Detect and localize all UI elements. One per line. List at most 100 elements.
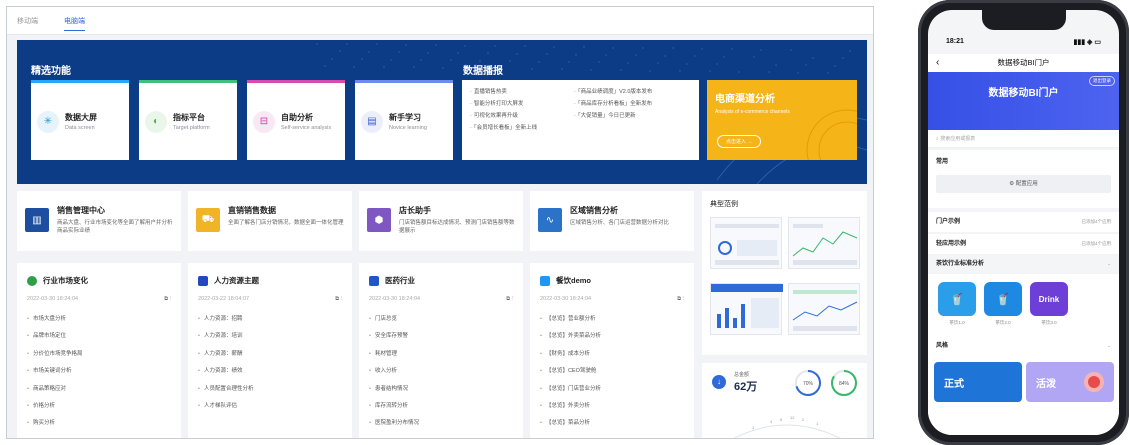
list-item[interactable]: 人才梯队评估 xyxy=(198,398,342,415)
list-item[interactable]: 人力资源：绩效 xyxy=(198,363,342,380)
cart-icon: ⛟ xyxy=(196,208,220,232)
decor-dot xyxy=(509,60,511,62)
list-title[interactable]: 行业市场变化 xyxy=(43,275,88,286)
feature-target-platform[interactable]: ◐ 指标平台 Target platform xyxy=(139,80,237,160)
list-item[interactable]: 价格分析 xyxy=(27,398,171,415)
signal-icon: ▮▮▮ ◈ ▭ xyxy=(1073,39,1101,46)
news-item[interactable]: 「商品业绩调度」V2.0版本发布 xyxy=(574,86,653,98)
dashboard-thumbnail[interactable] xyxy=(788,283,860,335)
list-item[interactable]: 【财务】成本分析 xyxy=(540,346,684,363)
list-item[interactable]: 人力资源：培训 xyxy=(198,328,342,345)
more-icon[interactable]: ⧉ ⋮ xyxy=(677,296,684,303)
app-card-store-manager[interactable]: ⬢ 店长助手 门店销售额目标达成情况、预测门店销售额等数据展示 xyxy=(359,191,523,251)
list-card-hr: 人力资源主题 2022-03-22 18:04:07 ⧉ ⋮ 人力资源：招聘 人力… xyxy=(188,263,352,438)
list-item[interactable]: 【总览】营业额分析 xyxy=(540,311,684,328)
decor-dot xyxy=(760,49,762,51)
stat-label: 总金额 xyxy=(734,372,750,378)
style-section-header[interactable]: 风格 ⌄ xyxy=(928,336,1119,356)
news-item[interactable]: 直播销售热卖 xyxy=(470,86,537,98)
list-item[interactable]: 收入分析 xyxy=(369,363,513,380)
dashboard-thumbnail[interactable] xyxy=(710,217,782,269)
config-apps-button[interactable]: ⚙ 配置应用 xyxy=(936,175,1111,193)
more-icon[interactable]: ⧉ ⋮ xyxy=(506,296,513,303)
list-item[interactable]: 安全库存预警 xyxy=(369,328,513,345)
decor-dot xyxy=(524,45,526,47)
decor-dot xyxy=(531,68,533,70)
tea-app-3-icon[interactable]: Drink xyxy=(1030,282,1068,316)
list-item[interactable]: 商品策略应对 xyxy=(27,381,171,398)
dashboard-thumbnail[interactable] xyxy=(788,217,860,269)
decor-dot xyxy=(627,62,629,64)
list-item[interactable]: 购买分析 xyxy=(27,415,171,432)
list-title[interactable]: 人力资源主题 xyxy=(214,275,259,286)
tea-app-2-icon[interactable]: 🥤 xyxy=(984,282,1022,316)
list-item[interactable]: 市场关键词分析 xyxy=(27,363,171,380)
tea-apps: 🥤 茶饮1.0 🥤 茶饮2.0 Drink 茶饮3.0 xyxy=(928,274,1119,340)
decor-dot xyxy=(790,49,792,51)
feature-novice[interactable]: ▤ 新手学习 Novice learning xyxy=(355,80,453,160)
tea-app-label: 茶饮1.0 xyxy=(949,320,965,325)
decor-dot xyxy=(805,64,807,66)
decor-dot xyxy=(487,52,489,54)
app-card-direct-sales[interactable]: ⛟ 直销销售数据 全面了解各门店分销情况，数据全面一体化管理 xyxy=(188,191,352,251)
nav-title: 数据移动BI门户 xyxy=(997,58,1050,67)
more-icon[interactable]: ⧉ ⋮ xyxy=(335,296,342,303)
list-item[interactable]: 患者结构情况 xyxy=(369,381,513,398)
list-item[interactable]: 市场大盘分析 xyxy=(27,311,171,328)
news-item[interactable]: 「商品库存分析看板」全新发布 xyxy=(574,98,652,110)
list-item[interactable]: 医院盈利分布情况 xyxy=(369,415,513,432)
list-item[interactable]: 【总览】外卖菜品分析 xyxy=(540,328,684,345)
enter-button[interactable]: 点击进入 → xyxy=(717,135,762,148)
list-title[interactable]: 医药行业 xyxy=(385,275,415,286)
tab-mobile[interactable]: 移动端 xyxy=(17,14,38,28)
app-card-sales[interactable]: ▥ 销售管理中心 商品大盘、行业市场变化等全面了解用户并分析商品实际业绩 xyxy=(17,191,181,251)
feature-data-screen[interactable]: ✳ 数据大屏 Data screen xyxy=(31,80,129,160)
news-item[interactable]: 「会员增长看板」全新上线 xyxy=(470,122,537,134)
list-item[interactable]: 【总览】外卖分析 xyxy=(540,398,684,415)
dashboard-thumbnail[interactable] xyxy=(710,283,783,335)
logout-button[interactable]: 退出登录 xyxy=(1089,76,1115,86)
section-title: 风格 xyxy=(936,343,949,349)
ecommerce-analysis-card[interactable]: 电商渠道分析 Analysis of e-commerce channels 点… xyxy=(707,80,857,160)
list-item[interactable]: 人力资源：薪酬 xyxy=(198,346,342,363)
decor-dot xyxy=(546,53,548,55)
list-date: 2022-03-30 18:24:04 xyxy=(540,296,592,302)
list-title[interactable]: 餐饮demo xyxy=(556,275,591,286)
list-item[interactable]: 耗材管理 xyxy=(369,346,513,363)
list-item[interactable]: 【总览】CEO驾驶舱 xyxy=(540,363,684,380)
feature-subtitle: Self-service analysis xyxy=(281,124,332,131)
search-input[interactable]: ⌕ 搜索应用或报表 xyxy=(928,130,1119,148)
tea-app-1-icon[interactable]: 🥤 xyxy=(938,282,976,316)
dashboard-examples: 典型范例 xyxy=(702,191,867,355)
list-item[interactable]: 品牌市场定位 xyxy=(27,328,171,345)
style-lively[interactable]: 活泼 xyxy=(1026,362,1114,402)
app-desc: 门店销售额目标达成情况、预测门店销售额等数据展示 xyxy=(399,220,515,234)
tea-section-header[interactable]: 茶饮行业标准分析 ⌄ xyxy=(928,254,1119,274)
list-item[interactable]: 人员配置合理性分析 xyxy=(198,381,342,398)
style-formal[interactable]: 正式 xyxy=(934,362,1022,402)
decor-dot xyxy=(642,47,644,49)
list-item[interactable]: 分价位市场竞争格局 xyxy=(27,346,171,363)
list-item[interactable]: 库存流转分析 xyxy=(369,398,513,415)
list-item[interactable]: 门店总览 xyxy=(369,311,513,328)
row-title: 轻应用示例 xyxy=(936,241,967,247)
search-placeholder: 搜索应用或报表 xyxy=(940,136,976,142)
decor-dot xyxy=(849,50,851,52)
list-item[interactable]: 人力资源：招聘 xyxy=(198,311,342,328)
light-app-row[interactable]: 轻应用示例 已添加4个应用 xyxy=(928,234,1119,254)
tab-desktop[interactable]: 电脑端 xyxy=(64,14,85,31)
more-icon[interactable]: ⧉ ⋮ xyxy=(164,296,171,303)
app-card-regional[interactable]: ∿ 区域销售分析 区域销售分析、各门店运营数据分析对比 xyxy=(530,191,694,251)
nav-bar: ‹ 数据移动BI门户 xyxy=(928,54,1119,72)
list-item[interactable]: 【总览】门店营业分析 xyxy=(540,381,684,398)
news-item[interactable]: 「大促销量」今日已更新 xyxy=(574,110,652,122)
decor-dot xyxy=(709,70,711,72)
news-item[interactable]: 智能分析打印大屏发 xyxy=(470,98,537,110)
back-icon[interactable]: ‹ xyxy=(936,54,939,72)
ring-2-value: 84% xyxy=(839,381,850,387)
list-item[interactable]: 【总览】菜品分析 xyxy=(540,415,684,432)
news-item[interactable]: 可视化效果再升级 xyxy=(470,110,537,122)
feature-self-service[interactable]: ⊟ 自助分析 Self-service analysis xyxy=(247,80,345,160)
portal-example-row[interactable]: 门户示例 已添加4个应用 xyxy=(928,212,1119,232)
card-decoration xyxy=(806,109,857,160)
